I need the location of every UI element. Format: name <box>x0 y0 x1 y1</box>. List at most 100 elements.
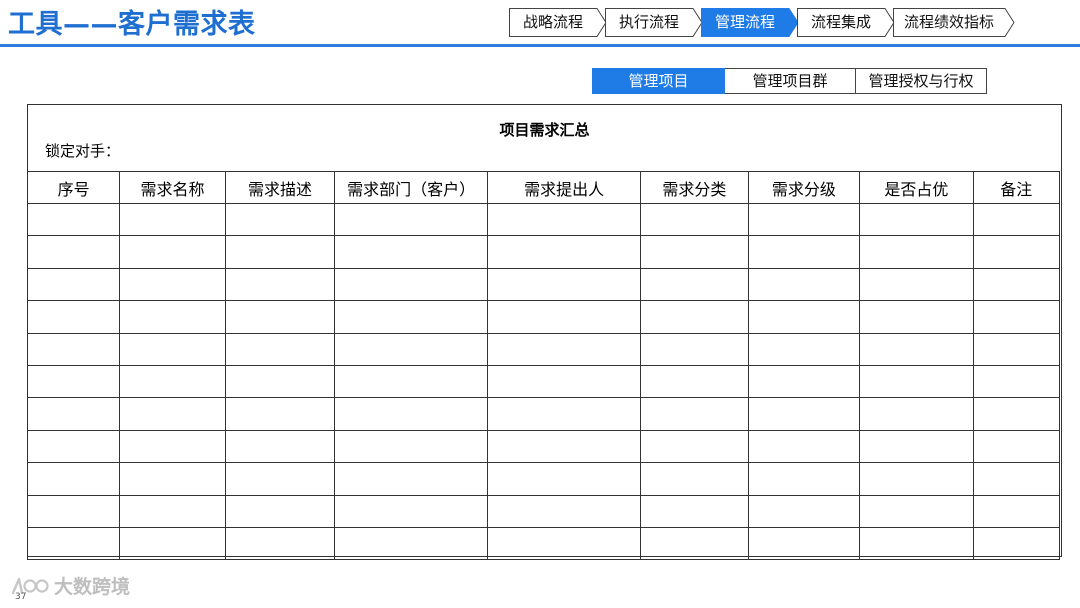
table-cell[interactable] <box>972 526 1061 561</box>
table-cell[interactable] <box>972 397 1061 431</box>
table-cell[interactable] <box>486 300 642 334</box>
table-cell[interactable] <box>859 300 974 334</box>
table-cell[interactable] <box>859 332 974 366</box>
table-cell[interactable] <box>640 235 749 269</box>
table-cell[interactable] <box>224 300 336 334</box>
table-cell[interactable] <box>119 494 226 528</box>
process-step-strategy[interactable]: 战略流程 <box>509 8 607 37</box>
table-cell[interactable] <box>119 332 226 366</box>
table-cell[interactable] <box>224 429 336 464</box>
table-cell[interactable] <box>334 202 488 237</box>
table-cell[interactable] <box>26 364 121 399</box>
table-cell[interactable] <box>26 300 121 334</box>
table-cell[interactable] <box>26 526 121 561</box>
table-cell[interactable] <box>972 332 1061 366</box>
table-cell[interactable] <box>972 429 1061 464</box>
table-cell[interactable] <box>640 332 749 366</box>
table-cell[interactable] <box>119 235 226 269</box>
table-cell[interactable] <box>119 364 226 399</box>
table-cell[interactable] <box>486 235 642 269</box>
table-cell[interactable] <box>486 267 642 302</box>
table-cell[interactable] <box>486 462 642 496</box>
table-cell[interactable] <box>640 462 749 496</box>
table-cell[interactable] <box>486 526 642 561</box>
table-cell[interactable] <box>747 526 861 561</box>
table-cell[interactable] <box>972 267 1061 302</box>
table-cell[interactable] <box>334 235 488 269</box>
table-cell[interactable] <box>119 462 226 496</box>
table-cell[interactable] <box>334 429 488 464</box>
table-cell[interactable] <box>972 494 1061 528</box>
process-step-integration[interactable]: 流程集成 <box>797 8 895 37</box>
table-cell[interactable] <box>334 300 488 334</box>
table-cell[interactable] <box>859 526 974 561</box>
table-cell[interactable] <box>859 235 974 269</box>
table-cell[interactable] <box>224 202 336 237</box>
table-cell[interactable] <box>859 202 974 237</box>
table-cell[interactable] <box>640 300 749 334</box>
table-cell[interactable] <box>334 462 488 496</box>
table-cell[interactable] <box>859 267 974 302</box>
table-cell[interactable] <box>747 267 861 302</box>
table-cell[interactable] <box>26 267 121 302</box>
process-step-management[interactable]: 管理流程 <box>701 8 799 37</box>
table-cell[interactable] <box>334 267 488 302</box>
table-cell[interactable] <box>26 332 121 366</box>
table-cell[interactable] <box>640 267 749 302</box>
table-cell[interactable] <box>334 526 488 561</box>
tab-manage-program[interactable]: 管理项目群 <box>725 68 856 94</box>
table-cell[interactable] <box>486 202 642 237</box>
table-cell[interactable] <box>747 235 861 269</box>
table-cell[interactable] <box>26 429 121 464</box>
table-cell[interactable] <box>334 364 488 399</box>
table-cell[interactable] <box>640 494 749 528</box>
tab-manage-authorization[interactable]: 管理授权与行权 <box>856 68 987 94</box>
table-cell[interactable] <box>747 397 861 431</box>
table-cell[interactable] <box>747 429 861 464</box>
tab-manage-project[interactable]: 管理项目 <box>592 68 725 94</box>
table-cell[interactable] <box>26 397 121 431</box>
table-cell[interactable] <box>640 429 749 464</box>
table-cell[interactable] <box>224 267 336 302</box>
table-cell[interactable] <box>334 494 488 528</box>
table-cell[interactable] <box>972 235 1061 269</box>
table-cell[interactable] <box>972 300 1061 334</box>
table-cell[interactable] <box>859 462 974 496</box>
table-cell[interactable] <box>224 332 336 366</box>
table-cell[interactable] <box>26 235 121 269</box>
table-cell[interactable] <box>26 494 121 528</box>
table-cell[interactable] <box>119 202 226 237</box>
table-cell[interactable] <box>119 429 226 464</box>
table-cell[interactable] <box>859 397 974 431</box>
table-cell[interactable] <box>224 364 336 399</box>
table-cell[interactable] <box>640 364 749 399</box>
table-cell[interactable] <box>747 300 861 334</box>
table-cell[interactable] <box>224 235 336 269</box>
table-cell[interactable] <box>486 332 642 366</box>
table-cell[interactable] <box>119 300 226 334</box>
table-cell[interactable] <box>859 494 974 528</box>
table-cell[interactable] <box>486 494 642 528</box>
table-cell[interactable] <box>859 364 974 399</box>
table-cell[interactable] <box>26 202 121 237</box>
table-cell[interactable] <box>486 397 642 431</box>
table-cell[interactable] <box>224 462 336 496</box>
table-cell[interactable] <box>859 429 974 464</box>
table-cell[interactable] <box>119 397 226 431</box>
process-step-kpi[interactable]: 流程绩效指标 <box>893 8 1015 37</box>
table-cell[interactable] <box>747 364 861 399</box>
table-cell[interactable] <box>224 494 336 528</box>
table-cell[interactable] <box>747 202 861 237</box>
table-cell[interactable] <box>640 526 749 561</box>
table-cell[interactable] <box>747 332 861 366</box>
table-cell[interactable] <box>747 494 861 528</box>
table-cell[interactable] <box>224 397 336 431</box>
table-cell[interactable] <box>486 429 642 464</box>
table-cell[interactable] <box>747 462 861 496</box>
table-cell[interactable] <box>26 462 121 496</box>
table-cell[interactable] <box>972 364 1061 399</box>
table-cell[interactable] <box>972 462 1061 496</box>
process-step-execution[interactable]: 执行流程 <box>605 8 703 37</box>
table-cell[interactable] <box>486 364 642 399</box>
table-cell[interactable] <box>640 397 749 431</box>
